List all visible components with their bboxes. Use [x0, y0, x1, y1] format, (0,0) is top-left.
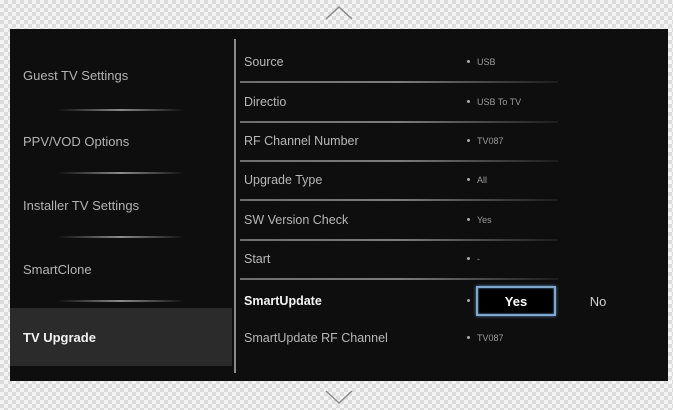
option-value: TV087	[477, 333, 504, 343]
option-label: SW Version Check	[244, 213, 349, 227]
menu-item-ppv-vod-options[interactable]: PPV/VOD Options	[10, 116, 232, 166]
menu-item-label: TV Upgrade	[23, 329, 96, 345]
smartupdate-no-button[interactable]: No	[578, 286, 618, 316]
option-row-rf-channel-number[interactable]: RF Channel Number TV087	[236, 122, 668, 160]
menu-item-label: SmartClone	[23, 261, 92, 277]
option-value: All	[477, 175, 488, 185]
option-label: SmartUpdate RF Channel	[244, 331, 388, 345]
menu-divider	[57, 236, 185, 238]
bullet-icon	[467, 178, 470, 181]
bullet-icon	[467, 299, 470, 302]
menu-item-tv-upgrade[interactable]: TV Upgrade	[10, 308, 232, 366]
menu-item-guest-tv-settings[interactable]: Guest TV Settings	[10, 50, 232, 100]
option-label: Upgrade Type	[244, 173, 323, 187]
option-row-upgrade-type[interactable]: Upgrade Type All	[236, 161, 668, 199]
option-row-source[interactable]: Source USB	[236, 43, 668, 81]
smartupdate-yes-button[interactable]: Yes	[476, 286, 556, 316]
menu-item-installer-tv-settings[interactable]: Installer TV Settings	[10, 180, 232, 230]
bullet-icon	[467, 100, 470, 103]
option-value: USB	[477, 57, 496, 67]
options-list: Source USB Directio USB To TV RF Channel…	[236, 29, 668, 381]
option-label: Start	[244, 252, 271, 266]
left-menu: Guest TV Settings PPV/VOD Options Instal…	[10, 29, 232, 381]
option-label: RF Channel Number	[244, 134, 359, 148]
scroll-down-arrow-icon[interactable]	[324, 387, 354, 407]
option-row-start[interactable]: Start -	[236, 240, 668, 278]
menu-divider	[57, 172, 185, 174]
option-row-directio[interactable]: Directio USB To TV	[236, 83, 668, 121]
option-value: USB To TV	[477, 97, 522, 107]
option-value: Yes	[477, 215, 492, 225]
menu-item-smartclone[interactable]: SmartClone	[10, 244, 232, 294]
option-row-smartupdate-rf-channel[interactable]: SmartUpdate RF Channel TV087	[236, 319, 668, 357]
option-value: -	[477, 254, 480, 264]
option-label: SmartUpdate	[244, 294, 322, 308]
menu-item-label: Installer TV Settings	[23, 197, 140, 213]
bullet-icon	[467, 60, 470, 63]
option-label: Source	[244, 55, 284, 69]
bullet-icon	[467, 336, 470, 339]
menu-item-label: PPV/VOD Options	[23, 133, 130, 149]
row-divider	[240, 278, 558, 280]
option-label: Directio	[244, 95, 287, 109]
bullet-icon	[467, 139, 470, 142]
menu-divider	[57, 300, 185, 302]
bullet-icon	[467, 257, 470, 260]
scroll-up-arrow-icon[interactable]	[324, 3, 354, 23]
bullet-icon	[467, 218, 470, 221]
menu-item-label: Guest TV Settings	[23, 67, 129, 83]
option-row-sw-version-check[interactable]: SW Version Check Yes	[236, 201, 668, 239]
settings-menu-panel: Guest TV Settings PPV/VOD Options Instal…	[10, 29, 668, 381]
option-row-smartupdate[interactable]: SmartUpdate Yes No	[236, 282, 668, 320]
option-value: TV087	[477, 136, 504, 146]
menu-divider	[57, 109, 185, 111]
